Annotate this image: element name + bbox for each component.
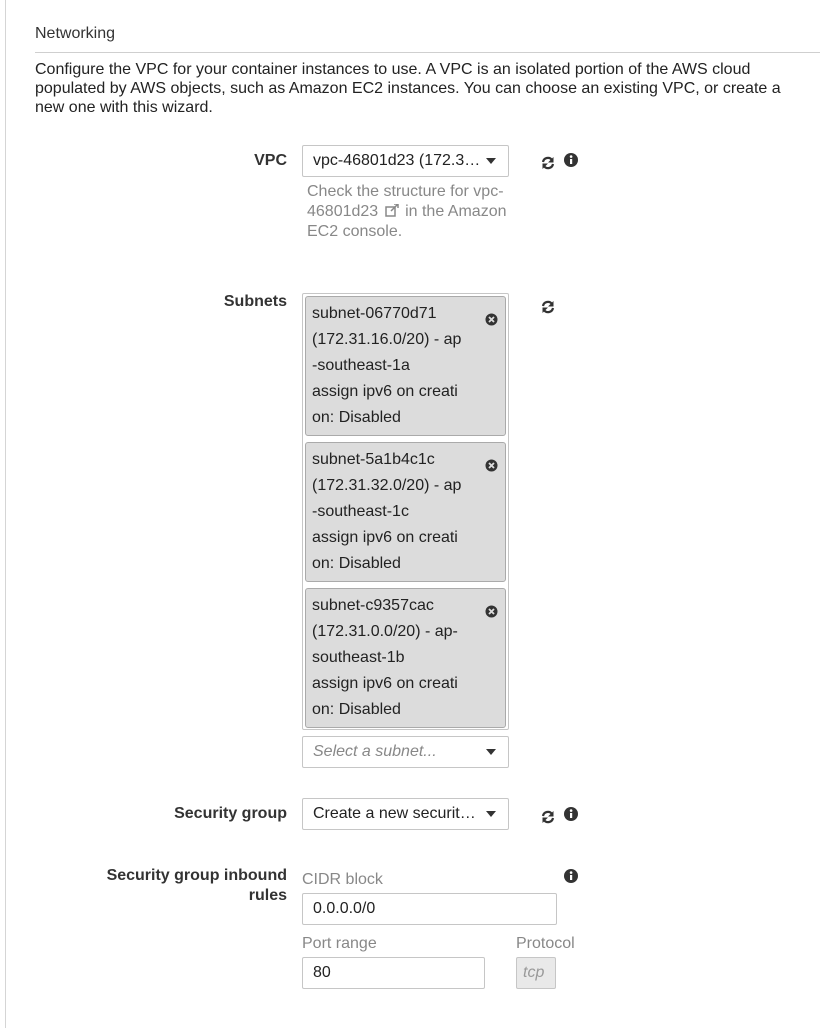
refresh-icon[interactable] — [540, 299, 556, 315]
chevron-down-icon — [486, 749, 496, 755]
subnet-select[interactable]: Select a subnet... — [302, 736, 509, 768]
cidr-block-input[interactable]: 0.0.0.0/0 — [302, 893, 557, 925]
protocol-label: Protocol — [516, 935, 575, 952]
subnet-chip: subnet-c9357cac (172.31.0.0/20) - ap- so… — [305, 588, 506, 728]
subnets-label: Subnets — [223, 293, 287, 310]
info-icon[interactable] — [563, 152, 579, 168]
security-group-select-value: Create a new security group — [313, 805, 509, 822]
subnet-select-placeholder: Select a subnet... — [313, 743, 437, 760]
remove-chip-icon[interactable] — [485, 313, 498, 326]
subnets-multiselect[interactable]: subnet-06770d71 (172.31.16.0/20) - ap -s… — [302, 293, 509, 730]
chevron-down-icon — [486, 811, 496, 817]
section-divider — [35, 52, 820, 53]
port-range-input[interactable]: 80 — [302, 957, 485, 989]
inbound-rules-label: Security group inbound rules — [106, 867, 287, 904]
refresh-icon[interactable] — [540, 809, 556, 825]
protocol-input: tcp — [516, 957, 556, 989]
info-icon[interactable] — [563, 806, 579, 822]
remove-chip-icon[interactable] — [485, 605, 498, 618]
section-title: Networking — [35, 25, 116, 42]
remove-chip-icon[interactable] — [485, 459, 498, 472]
section-description: Configure the VPC for your container ins… — [35, 61, 781, 116]
refresh-icon[interactable] — [540, 155, 556, 171]
subnet-chip: subnet-5a1b4c1c (172.31.32.0/20) - ap -s… — [305, 442, 506, 582]
cidr-block-label: CIDR block — [302, 871, 383, 888]
vpc-select[interactable]: vpc-46801d23 (172.31.0.0/16) — [302, 145, 509, 177]
external-link-icon[interactable] — [384, 204, 399, 217]
vpc-help-text: Check the structure for vpc-46801d23 in … — [307, 183, 507, 240]
subnet-chip: subnet-06770d71 (172.31.16.0/20) - ap -s… — [305, 296, 506, 436]
vpc-select-value: vpc-46801d23 (172.31.0.0/16) — [313, 152, 509, 169]
security-group-select[interactable]: Create a new security group — [302, 798, 509, 830]
chevron-down-icon — [486, 158, 496, 164]
info-icon[interactable] — [563, 868, 579, 884]
security-group-label: Security group — [174, 805, 287, 822]
vpc-label: VPC — [254, 152, 287, 169]
port-range-label: Port range — [302, 935, 377, 952]
